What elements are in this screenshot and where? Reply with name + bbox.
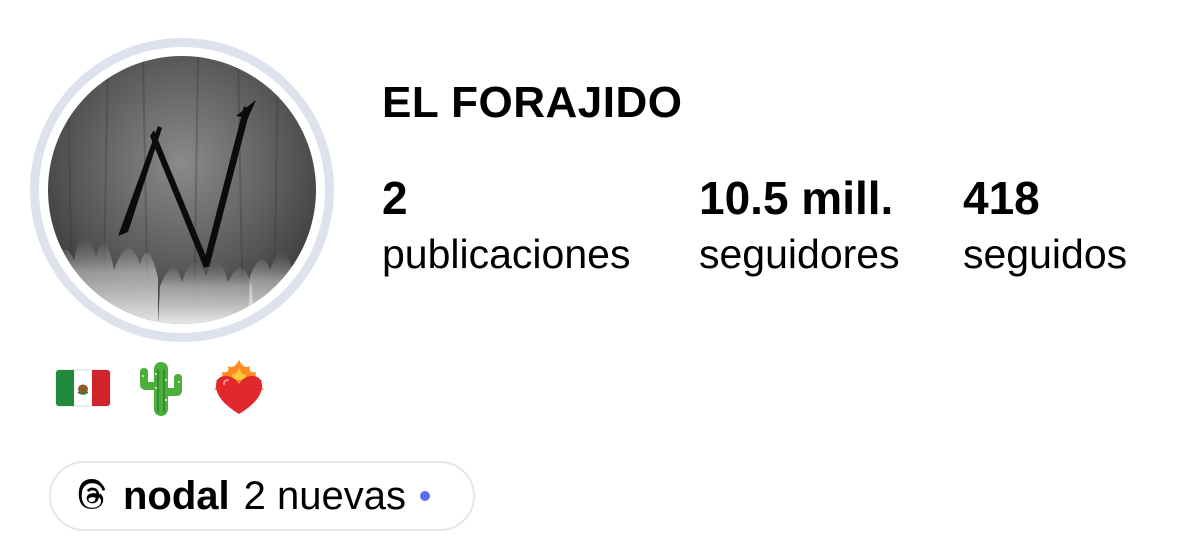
threads-icon — [78, 479, 106, 509]
stat-following[interactable]: 418 seguidos — [963, 170, 1127, 282]
avatar-ring[interactable] — [30, 38, 334, 342]
bio-emojis — [54, 356, 268, 418]
following-count: 418 — [963, 172, 1040, 224]
threads-new-count: 2 nuevas — [243, 473, 407, 518]
threads-username: nodal — [123, 473, 230, 518]
unread-dot — [420, 491, 431, 501]
following-label: seguidos — [963, 231, 1128, 277]
followers-count: 10.5 mill. — [699, 172, 894, 224]
stat-followers[interactable]: 10.5 mill. seguidores — [699, 170, 900, 282]
stat-posts[interactable]: 2 publicaciones — [382, 170, 630, 282]
threads-badge[interactable]: nodal 2 nuevas — [49, 461, 475, 531]
followers-label: seguidores — [699, 231, 900, 277]
cactus-icon — [140, 362, 182, 416]
avatar[interactable] — [48, 56, 316, 324]
mexico-flag-icon — [55, 369, 111, 407]
heart-on-fire-icon — [214, 360, 264, 414]
posts-count: 2 — [382, 172, 408, 224]
profile-username: EL FORAJIDO — [382, 78, 683, 127]
avatar-gap — [39, 47, 325, 333]
posts-label: publicaciones — [382, 231, 631, 277]
